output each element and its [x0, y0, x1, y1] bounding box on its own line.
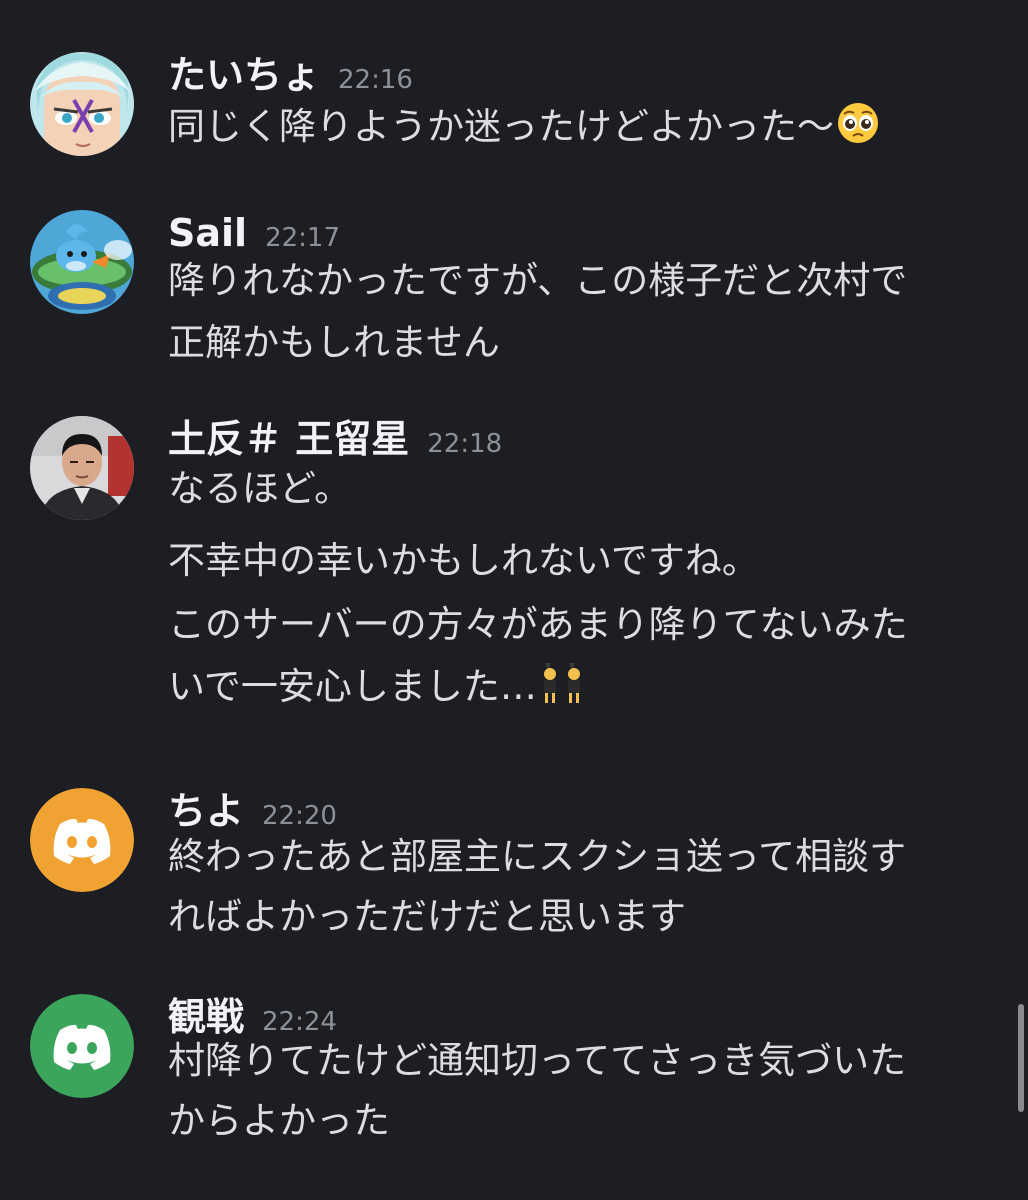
discord-default-avatar-icon — [30, 788, 134, 892]
discord-default-avatar-icon — [30, 994, 134, 1098]
user-avatar[interactable] — [30, 416, 134, 520]
username[interactable]: ちよ — [168, 789, 244, 833]
scrollbar[interactable] — [1018, 1004, 1024, 1112]
user-avatar[interactable] — [30, 788, 134, 892]
message-text: 村降りてたけど通知切っててさっき気づいた — [168, 1039, 907, 1082]
message-text: ればよかっただけだと思います — [168, 895, 686, 938]
username[interactable]: 土反＃ 王留星 — [168, 417, 409, 461]
message-text: いで一安心しました… — [168, 660, 1008, 720]
username[interactable]: Sail — [168, 211, 247, 255]
timestamp: 22:18 — [427, 429, 503, 459]
message-text: 不幸中の幸いかもしれないですね。 — [168, 539, 759, 582]
chat-message-list: たいちょ 22:16 同じく降りようか迷ったけどよかった〜 Sail 22:17… — [0, 0, 1028, 1200]
timestamp: 22:17 — [265, 223, 340, 253]
timestamp: 22:20 — [262, 801, 337, 831]
user-avatar[interactable] — [30, 994, 134, 1098]
message-text: このサーバーの方々があまり降りてないみた — [168, 603, 908, 646]
username[interactable]: たいちょ — [168, 53, 320, 97]
message-text: なるほど。 — [168, 467, 352, 510]
photo-person-avatar-icon — [30, 416, 134, 520]
timestamp: 22:24 — [262, 1007, 337, 1037]
message-text: からよかった — [168, 1099, 390, 1142]
message-text: 正解かもしれません — [168, 321, 500, 364]
pokemon-mudkip-avatar-icon — [30, 210, 134, 314]
message-text: 終わったあと部屋主にスクショ送って相談す — [168, 835, 907, 878]
anime-character-avatar-icon — [30, 52, 134, 156]
message-text: 同じく降りようか迷ったけどよかった〜 — [168, 100, 1008, 160]
message-text: 降りれなかったですが、この様子だと次村で — [168, 259, 908, 302]
timestamp: 22:16 — [338, 65, 413, 95]
user-avatar[interactable] — [30, 210, 134, 314]
user-avatar[interactable] — [30, 52, 134, 156]
username[interactable]: 観戦 — [168, 995, 244, 1039]
pleading-face-emoji-icon — [836, 101, 880, 160]
women-with-bunny-ears-emoji-icon — [539, 661, 587, 720]
